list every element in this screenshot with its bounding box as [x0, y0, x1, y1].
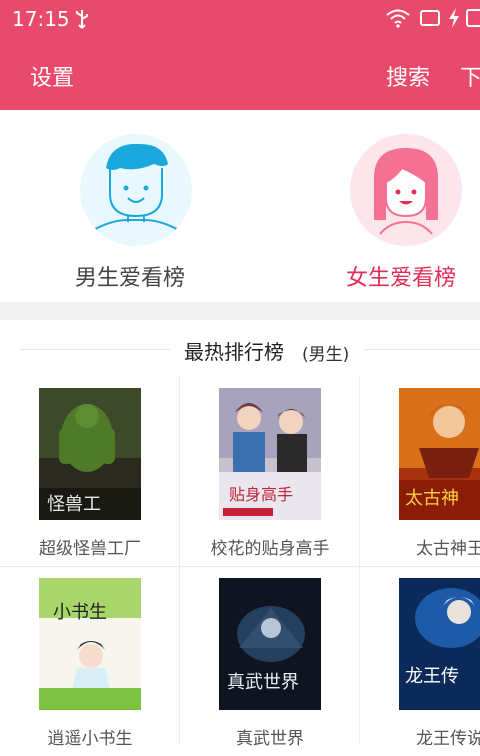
book-item[interactable]: 小书生 逍遥小书生: [0, 566, 180, 756]
book-title: 逍遥小书生: [47, 729, 133, 749]
book-item[interactable]: 太古神 太古神王: [360, 376, 480, 566]
ranking-header: 最热排行榜 (男生): [0, 320, 480, 376]
book-item[interactable]: 怪兽工 超级怪兽工厂: [0, 376, 180, 566]
book-cover: 真武世界: [219, 578, 321, 710]
gender-tabs: 男生爱看榜 女生爱看榜: [0, 110, 480, 302]
search-button[interactable]: 搜索: [386, 60, 430, 92]
book-title: 太古神王: [416, 539, 480, 559]
book-grid: 怪兽工 超级怪兽工厂 贴身高手 校花的贴身高手 太古神 太古神王 小书生 逍遥小…: [0, 376, 480, 749]
book-item[interactable]: 真武世界 真武世界: [180, 566, 360, 756]
cover-title-text: 龙王传: [405, 666, 459, 687]
book-title: 校花的贴身高手: [210, 539, 330, 559]
download-button[interactable]: 下: [460, 60, 480, 92]
section-divider: [0, 302, 480, 320]
status-bar: 17:15: [0, 0, 480, 38]
ranking-subtitle: (男生): [302, 345, 350, 365]
cover-title-text: 怪兽工: [47, 494, 101, 515]
female-ranking-label: 女生爱看榜: [346, 266, 457, 291]
male-ranking-label: 男生爱看榜: [75, 266, 186, 291]
book-item[interactable]: 龙王传 龙王传说: [360, 566, 480, 756]
wifi-icon: [386, 9, 410, 28]
book-item[interactable]: 贴身高手 校花的贴身高手: [180, 376, 360, 566]
cover-title-text: 太古神: [405, 488, 459, 509]
settings-button[interactable]: 设置: [30, 60, 74, 92]
female-ranking-tab[interactable]: 女生爱看榜: [310, 110, 480, 302]
book-title: 真武世界: [236, 729, 304, 749]
book-title: 超级怪兽工厂: [39, 539, 141, 559]
boy-avatar-icon: [80, 134, 192, 246]
status-time: 17:15: [12, 7, 70, 31]
cover-title-text: 贴身高手: [229, 485, 293, 504]
girl-avatar-icon: [350, 134, 462, 246]
book-cover: 太古神: [399, 388, 480, 520]
book-cover: 龙王传: [399, 578, 480, 710]
title-line-left: [20, 349, 170, 350]
book-title: 龙王传说: [416, 729, 480, 749]
app-bar: 设置 搜索 下: [0, 38, 480, 110]
title-line-right: [365, 349, 480, 350]
book-cover: 小书生: [39, 578, 141, 710]
screen-rotate-icon: [420, 10, 440, 26]
ranking-title: 最热排行榜: [184, 340, 284, 364]
book-cover: 贴身高手: [219, 388, 321, 520]
charging-bolt-icon: [449, 8, 459, 28]
usb-icon: [76, 10, 88, 29]
cover-title-text: 真武世界: [227, 672, 299, 693]
male-ranking-tab[interactable]: 男生爱看榜: [35, 110, 235, 302]
cover-title-text: 小书生: [53, 602, 107, 623]
battery-icon: [466, 9, 480, 27]
book-cover: 怪兽工: [39, 388, 141, 520]
